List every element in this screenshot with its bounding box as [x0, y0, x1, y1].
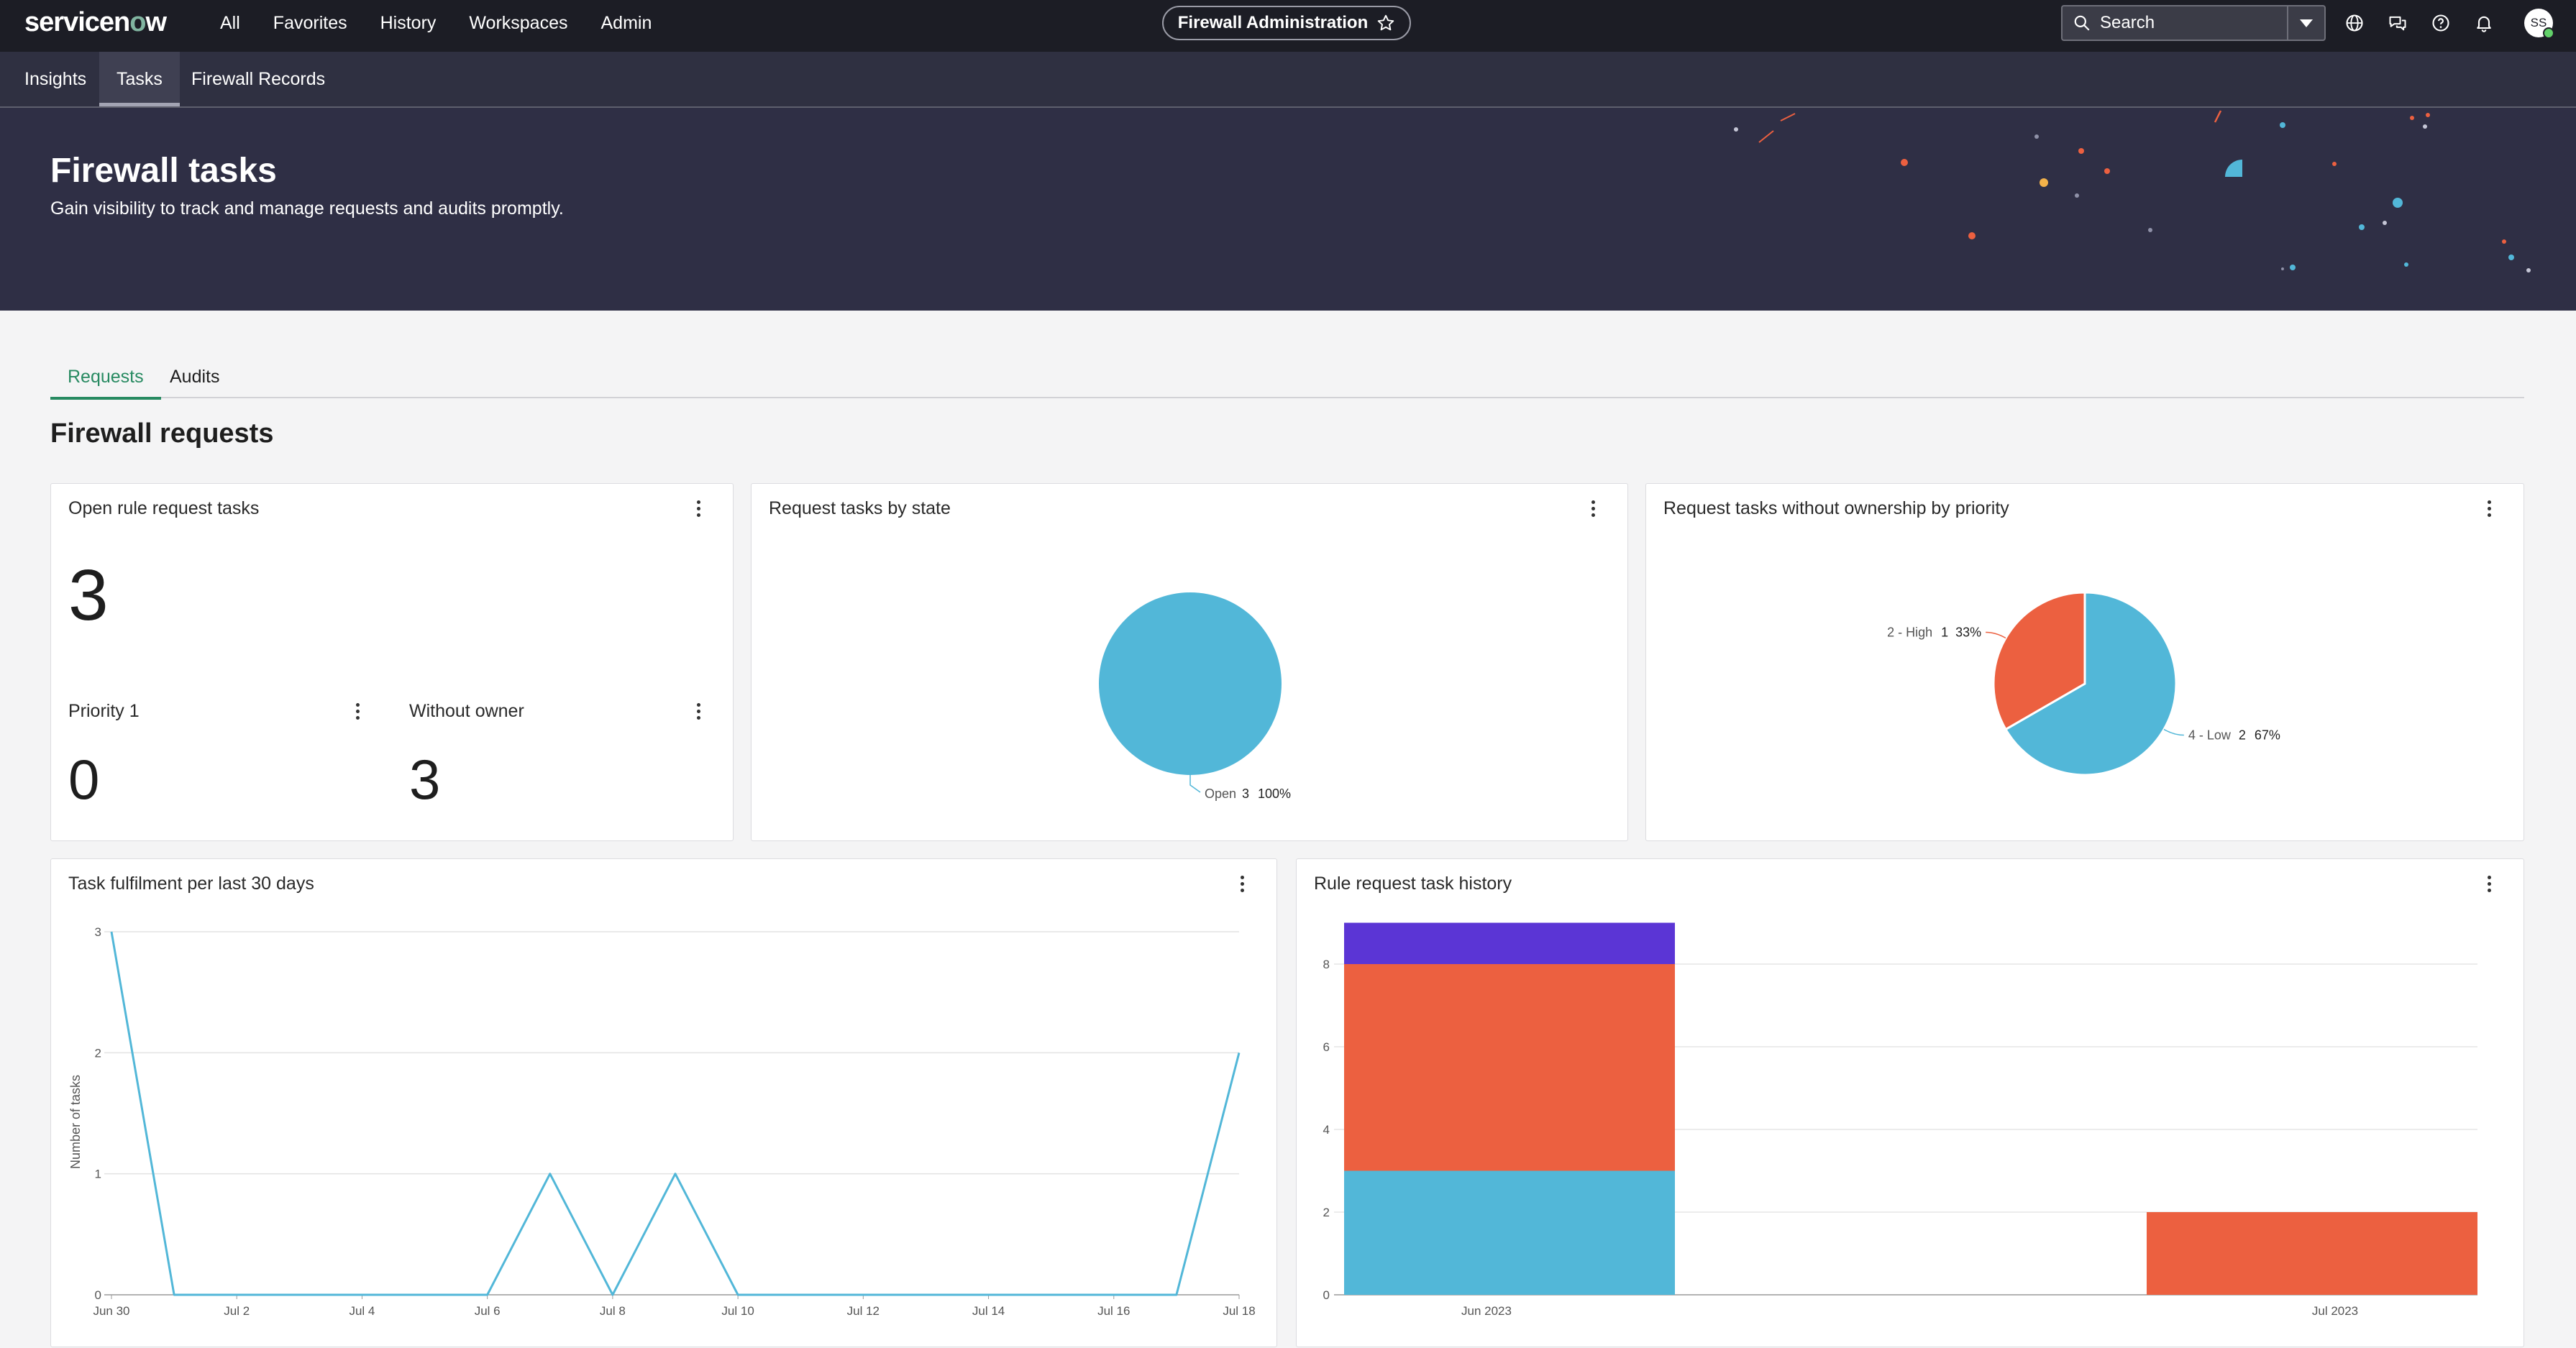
more-options-icon[interactable]	[349, 702, 366, 720]
presence-indicator	[2543, 27, 2554, 39]
pie-label: 2 - High	[1887, 625, 1932, 640]
without-owner-count[interactable]: 3	[409, 747, 440, 812]
pie-value: 1	[1941, 625, 1948, 640]
servicenow-logo[interactable]: servicenow	[24, 7, 167, 38]
pie-label-open: Open	[1205, 787, 1236, 801]
pie-slice-open	[1099, 592, 1282, 775]
search-input[interactable]: Search	[2061, 5, 2326, 41]
tab-insights[interactable]: Insights	[0, 52, 111, 106]
avatar[interactable]: SS	[2524, 9, 2554, 39]
y-axis-label: Number of tasks	[68, 1075, 83, 1169]
x-tick-label: Jul 16	[1097, 1304, 1130, 1318]
y-tick-label: 2	[1323, 1206, 1330, 1219]
card-title: Open rule request tasks	[68, 498, 260, 518]
nav-admin[interactable]: Admin	[601, 13, 652, 34]
tab-requests[interactable]: Requests	[50, 367, 161, 400]
y-tick-label: 1	[95, 1168, 101, 1181]
state-pie-chart: Open 3 100%	[1099, 592, 1291, 801]
x-tick-label: Jul 18	[1223, 1304, 1255, 1318]
workspace-title: Firewall Administration	[1177, 13, 1369, 32]
tab-audits[interactable]: Audits	[170, 367, 219, 397]
top-nav: servicenow All Favorites History Workspa…	[0, 0, 2576, 52]
page-subtitle: Gain visibility to track and manage requ…	[50, 198, 564, 219]
more-options-icon[interactable]	[690, 500, 707, 517]
star-icon[interactable]	[1376, 14, 1395, 32]
history-card: Rule request task history 0 2 4 6 8 Jun 2023 J…	[1296, 858, 2524, 1347]
x-tick-label: Jul 10	[721, 1304, 754, 1318]
nav-workspaces[interactable]: Workspaces	[469, 13, 567, 34]
x-tick-label: Jul 14	[972, 1304, 1005, 1318]
chevron-down-icon	[2300, 19, 2313, 27]
x-tick-label: Jul 4	[349, 1304, 375, 1318]
bar-segment	[1344, 964, 1675, 1171]
search-scope-dropdown[interactable]	[2287, 6, 2324, 40]
priority1-title: Priority 1	[68, 701, 140, 721]
priority-pie-chart: 4 - Low 2 67% 33% 1 2 - High	[1887, 591, 2280, 776]
pie-value: 2	[2239, 728, 2246, 743]
tab-tasks[interactable]: Tasks	[99, 52, 180, 106]
x-tick-label: Jul 6	[475, 1304, 501, 1318]
y-tick-label: 0	[95, 1288, 101, 1302]
hero-banner: Firewall tasks Gain visibility to track …	[0, 108, 2576, 311]
workspace-pill[interactable]: Firewall Administration	[1162, 6, 1411, 40]
pie-leader-line	[2163, 728, 2184, 736]
pie-label: 4 - Low	[2188, 728, 2232, 743]
without-owner-title: Without owner	[409, 701, 524, 721]
main-menu: All Favorites History Workspaces Admin	[220, 0, 652, 46]
x-tick-label: Jun 2023	[1461, 1304, 1512, 1318]
x-tick-label: Jul 2023	[2312, 1304, 2358, 1318]
y-tick-label: 3	[95, 925, 101, 939]
x-tick-label: Jun 30	[93, 1304, 129, 1318]
y-tick-label: 0	[1323, 1288, 1330, 1302]
x-tick-label: Jul 8	[600, 1304, 626, 1318]
y-tick-label: 6	[1323, 1040, 1330, 1054]
search-icon	[2074, 15, 2090, 31]
open-tasks-card: Open rule request tasks 3 Priority 1 0 W…	[50, 483, 734, 841]
search-placeholder: Search	[2100, 13, 2155, 32]
bar-segment	[2147, 1212, 2477, 1295]
pie-value-open: 3	[1242, 787, 1249, 801]
series-line	[110, 931, 1241, 1296]
nav-favorites[interactable]: Favorites	[273, 13, 347, 34]
section-title: Firewall requests	[50, 418, 274, 449]
priority1-count[interactable]: 0	[68, 747, 99, 812]
pie-leader-line	[1189, 775, 1201, 793]
content-tabs: Requests Audits	[50, 365, 2524, 400]
history-bar-chart: 0 2 4 6 8 Jun 2023 Jul 2023	[1323, 922, 2477, 1318]
help-icon[interactable]	[2431, 13, 2451, 33]
nav-all[interactable]: All	[220, 13, 240, 34]
by-state-card: Request tasks by state Open 3 100%	[751, 483, 1628, 841]
more-options-icon[interactable]	[690, 702, 707, 720]
by-priority-card: Request tasks without ownership by prior…	[1645, 483, 2524, 841]
x-tick-label: Jul 2	[224, 1304, 250, 1318]
pie-percent-open: 100%	[1258, 787, 1291, 801]
globe-icon[interactable]	[2344, 13, 2365, 33]
open-tasks-count[interactable]: 3	[68, 554, 109, 637]
nav-history[interactable]: History	[380, 13, 437, 34]
y-tick-label: 2	[95, 1046, 101, 1060]
y-tick-label: 8	[1323, 958, 1330, 971]
page-title: Firewall tasks	[50, 152, 277, 190]
y-tick-label: 4	[1323, 1123, 1330, 1137]
pie-percent: 67%	[2255, 728, 2280, 743]
tab-firewall-records[interactable]: Firewall Records	[174, 52, 342, 106]
bar-segment	[1344, 922, 1675, 964]
chat-icon[interactable]	[2388, 13, 2408, 33]
x-tick-label: Jul 12	[847, 1304, 880, 1318]
fulfilment-card: Task fulfilment per last 30 days 0 1 2 3 Jun…	[50, 858, 1277, 1347]
workspace-tabs: Insights Tasks Firewall Records	[0, 52, 2576, 108]
pie-leader-line	[1986, 631, 2006, 639]
bar-segment	[1344, 1170, 1675, 1295]
fulfilment-line-chart: 0 1 2 3 Jun 30 Jul 2 Jul 4 Jul 6 Jul 8 Jul 10 Jul …	[68, 925, 1256, 1318]
bell-icon[interactable]	[2474, 13, 2494, 33]
pie-percent: 33%	[1955, 625, 1981, 640]
